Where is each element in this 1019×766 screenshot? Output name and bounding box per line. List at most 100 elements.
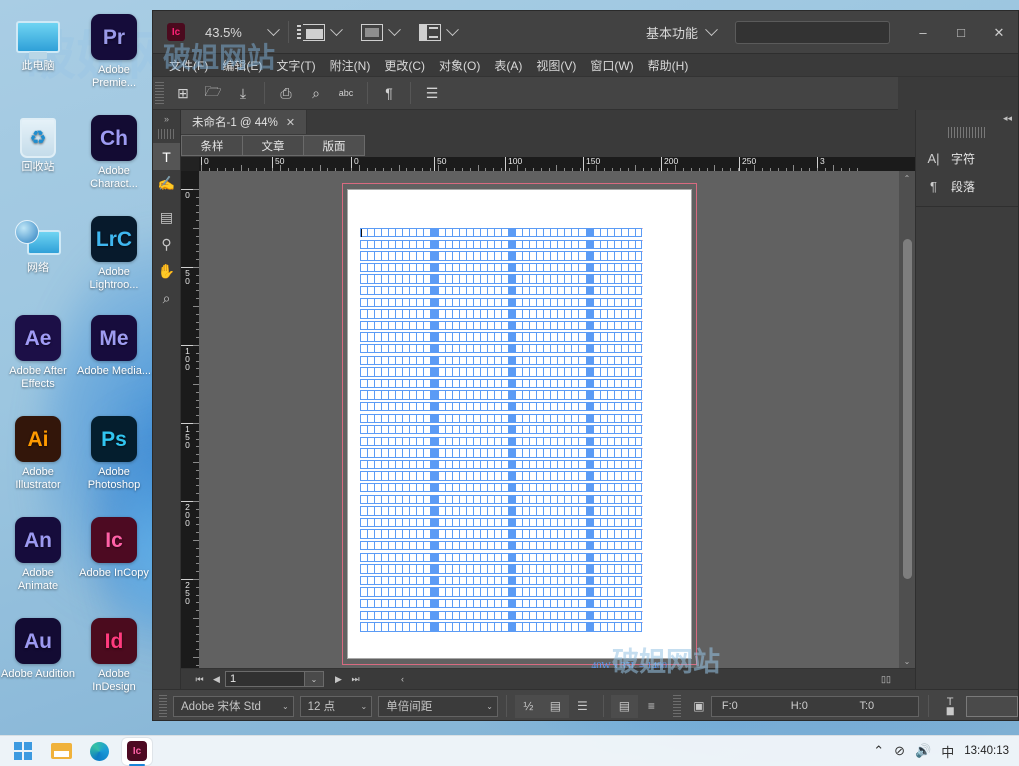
screen-mode-button[interactable]	[299, 22, 345, 43]
menu-icon[interactable]: ☰	[417, 80, 447, 106]
chevron-down-icon[interactable]: ⌄	[276, 702, 289, 711]
minimize-button[interactable]: –	[904, 11, 942, 54]
scroll-track[interactable]	[903, 185, 912, 654]
vertical-scrollbar[interactable]: ⌃ ⌄	[899, 171, 915, 668]
search-icon[interactable]: ⌕	[301, 80, 331, 106]
chevron-down-icon[interactable]	[267, 23, 280, 36]
desktop-icon-computer[interactable]: 此电脑	[1, 14, 75, 73]
panel-grip[interactable]	[158, 129, 175, 139]
chevron-down-icon[interactable]	[705, 23, 718, 36]
desktop-icon-me[interactable]: MeAdobe Media...	[77, 315, 151, 378]
grid-row[interactable]	[360, 448, 643, 460]
list-icon[interactable]: ▤	[542, 695, 569, 718]
zoom-tool[interactable]: ⌕	[153, 285, 180, 312]
grid-row[interactable]	[360, 518, 643, 530]
file-explorer[interactable]	[46, 738, 76, 765]
panel-tab-段落[interactable]: ¶段落	[916, 172, 1018, 200]
desktop-icon-id[interactable]: IdAdobe InDesign	[77, 618, 151, 694]
grid-row[interactable]	[360, 298, 643, 310]
grid-row[interactable]	[360, 483, 643, 495]
eyedropper-tool[interactable]: ⚲	[153, 231, 180, 258]
expand-panel-icon[interactable]: »	[153, 114, 180, 127]
text-measure-icon[interactable]: T▆	[938, 695, 962, 718]
page-number-input[interactable]: 1	[225, 671, 305, 687]
scroll-thumb[interactable]	[903, 239, 912, 579]
desktop-icon-ic[interactable]: IcAdobe InCopy	[77, 517, 151, 580]
desktop-icon-ps[interactable]: PsAdobe Photoshop	[77, 416, 151, 492]
grid-row[interactable]	[360, 553, 643, 565]
grid-row[interactable]	[360, 414, 643, 426]
chevron-down-icon[interactable]	[446, 23, 459, 36]
ime-icon[interactable]: 中	[941, 742, 954, 761]
new-document-icon[interactable]: ⊞	[168, 80, 198, 106]
type-tool[interactable]: T	[153, 143, 180, 170]
maximize-button[interactable]: □	[942, 11, 980, 54]
desktop-icon-network[interactable]: 网络	[1, 216, 75, 275]
grid-row[interactable]	[360, 321, 643, 333]
font-size-select[interactable]: 12 点 ⌄	[300, 696, 373, 717]
ruler-corner[interactable]	[181, 157, 199, 171]
note-tool[interactable]: ✍	[153, 170, 180, 197]
drag-grip[interactable]	[159, 695, 167, 717]
grid-row[interactable]	[360, 425, 643, 437]
edge-browser[interactable]	[84, 738, 114, 765]
document-tab[interactable]: 未命名-1 @ 44% ✕	[181, 110, 307, 134]
grid-row[interactable]	[360, 529, 643, 541]
grid-row[interactable]	[360, 332, 643, 344]
grid-row[interactable]	[360, 622, 643, 634]
close-button[interactable]: ✕	[980, 11, 1018, 54]
grid-row[interactable]	[360, 263, 643, 275]
chevron-down-icon[interactable]: ⌄	[480, 702, 493, 711]
horizontal-ruler[interactable]: 0500501001502002503	[199, 157, 915, 171]
frame-view-button[interactable]	[357, 22, 403, 43]
first-page-button[interactable]: ⏮	[191, 674, 208, 685]
grid-row[interactable]	[360, 576, 643, 588]
desktop-icon-pr[interactable]: PrAdobe Premie...	[77, 14, 151, 90]
fraction-icon[interactable]: ½	[515, 695, 542, 718]
menu-item-9[interactable]: 帮助(H)	[641, 55, 696, 76]
vertical-ruler[interactable]: 050100150200250	[181, 171, 199, 668]
desktop-icon-an[interactable]: AnAdobe Animate	[1, 517, 75, 593]
spread-view-icon[interactable]: ▯▯	[871, 674, 901, 685]
search-input[interactable]	[735, 21, 890, 44]
spellcheck-icon[interactable]: abc	[331, 80, 361, 106]
chevron-up-icon[interactable]: ⌃	[873, 743, 884, 759]
grid-row[interactable]	[360, 228, 643, 240]
desktop-icon-recycle[interactable]: ♻回收站	[1, 115, 75, 174]
story-tool[interactable]: ▤	[153, 204, 180, 231]
scroll-down-arrow[interactable]: ⌄	[904, 654, 911, 668]
view-mode-条样[interactable]: 条样	[181, 135, 243, 156]
word-count-icon[interactable]: ▣	[687, 695, 711, 718]
clock[interactable]: 13:40:13	[964, 745, 1009, 757]
grid-row[interactable]	[360, 611, 643, 623]
grid-row[interactable]	[360, 356, 643, 368]
grid-row[interactable]	[360, 240, 643, 252]
menu-item-4[interactable]: 更改(C)	[377, 55, 432, 76]
chevron-down-icon[interactable]	[330, 23, 343, 36]
desktop-icon-ae[interactable]: AeAdobe After Effects	[1, 315, 75, 391]
menu-item-2[interactable]: 文字(T)	[269, 55, 322, 76]
grid-row[interactable]	[360, 437, 643, 449]
document-page[interactable]: 40W x 35L = 1400	[347, 189, 692, 659]
grid-row[interactable]	[360, 506, 643, 518]
grid-row[interactable]	[360, 379, 643, 391]
previous-page-button[interactable]: ◀	[208, 674, 225, 685]
frame-grid[interactable]	[360, 228, 643, 650]
grid-row[interactable]	[360, 251, 643, 263]
drag-grip[interactable]	[673, 695, 681, 717]
align-icon[interactable]: ☰	[569, 695, 596, 718]
grid-row[interactable]	[360, 587, 643, 599]
chevron-down-icon[interactable]	[388, 23, 401, 36]
hand-tool[interactable]: ✋	[153, 258, 180, 285]
menu-item-6[interactable]: 表(A)	[487, 55, 529, 76]
panel-grip[interactable]	[948, 127, 986, 138]
desktop-icon-ch[interactable]: ChAdobe Charact...	[77, 115, 151, 191]
menu-item-0[interactable]: 文件(F)	[162, 55, 215, 76]
grid-row[interactable]	[360, 344, 643, 356]
close-icon[interactable]: ✕	[286, 116, 295, 129]
scroll-up-arrow[interactable]: ⌃	[904, 171, 911, 185]
save-icon[interactable]: ⤓	[228, 80, 258, 106]
grid-row[interactable]	[360, 286, 643, 298]
grid-row[interactable]	[360, 564, 643, 576]
menu-item-8[interactable]: 窗口(W)	[583, 55, 640, 76]
